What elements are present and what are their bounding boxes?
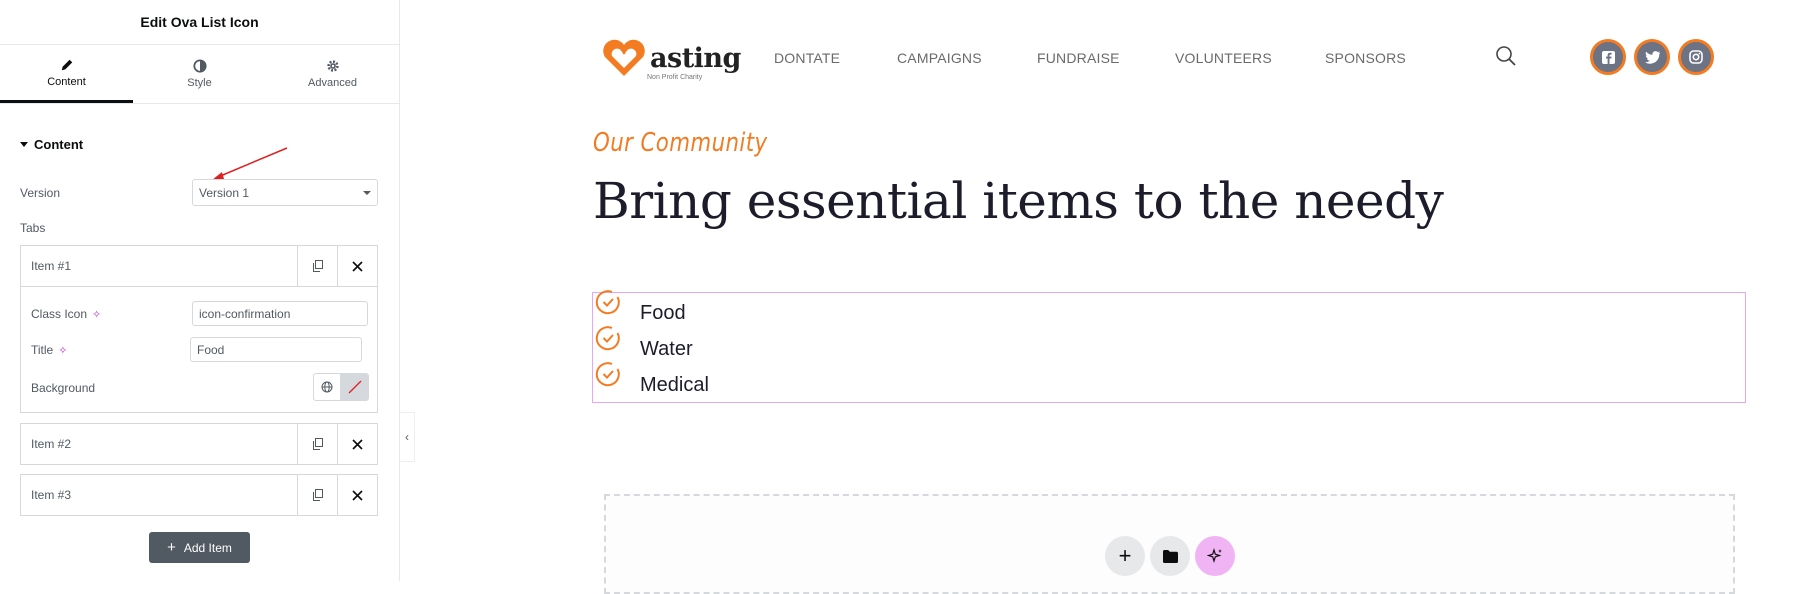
tab-style[interactable]: Style — [133, 45, 266, 103]
nav-link-fundraise[interactable]: FUNDRAISE — [1037, 50, 1120, 66]
tab-style-label: Style — [187, 77, 212, 89]
section-tagline: Our Community — [593, 128, 768, 158]
class-icon-label-text: Class Icon — [31, 307, 88, 321]
background-label: Background — [31, 381, 96, 395]
heart-logo-icon — [603, 39, 645, 76]
color-picker-button[interactable] — [341, 374, 368, 400]
version-select[interactable]: Version 1 — [192, 179, 378, 206]
copy-icon — [312, 489, 323, 501]
chevron-left-icon: ‹ — [405, 430, 409, 444]
search-icon[interactable] — [1495, 45, 1517, 67]
repeater-item-1-body: Class Icon ✧ Title ✧ Background — [21, 286, 377, 412]
close-icon — [352, 438, 363, 450]
list-icon-widget[interactable]: Food Water Medical — [592, 290, 1746, 403]
remove-button[interactable] — [337, 246, 377, 286]
version-select-value: Version 1 — [199, 185, 250, 200]
version-label: Version — [20, 186, 61, 200]
panel-header: Edit Ova List Icon — [0, 0, 399, 45]
title-input[interactable] — [190, 337, 362, 362]
copy-icon — [312, 438, 323, 450]
duplicate-button[interactable] — [297, 424, 337, 464]
content-section-toggle[interactable]: Content — [20, 137, 83, 152]
repeater-item-1-header[interactable]: Item #1 — [21, 246, 377, 286]
background-control — [313, 373, 369, 401]
repeater-item-title: Item #2 — [31, 437, 72, 451]
class-icon-label: Class Icon ✧ — [31, 307, 101, 321]
class-icon-input[interactable] — [192, 301, 368, 326]
check-circle-icon — [595, 326, 620, 351]
panel-tabs: Content Style Advanced — [0, 45, 399, 104]
logo-subtitle: Non Profit Charity — [647, 73, 703, 81]
repeater-item-title: Item #1 — [31, 259, 72, 273]
tabs-label: Tabs — [20, 221, 46, 235]
ai-builder-button[interactable] — [1195, 536, 1235, 576]
title-label: Title ✧ — [31, 343, 67, 357]
close-icon — [352, 260, 363, 272]
add-icon: + — [1118, 543, 1132, 568]
ai-sparkle-icon[interactable]: ✧ — [58, 344, 67, 357]
list-item-text: Water — [640, 338, 693, 360]
list-item-text: Food — [640, 302, 686, 324]
list-item-text: Medical — [640, 374, 709, 396]
repeater-item-2: Item #2 — [20, 423, 378, 465]
nav-link-donate[interactable]: DONTATE — [774, 50, 840, 66]
instagram-button[interactable] — [1678, 39, 1714, 75]
section-title: Content — [34, 137, 84, 152]
globe-icon — [321, 381, 333, 393]
duplicate-button[interactable] — [297, 475, 337, 515]
twitter-button[interactable] — [1634, 39, 1670, 75]
check-circle-icon — [595, 290, 620, 315]
nav-link-sponsors[interactable]: SPONSORS — [1325, 50, 1406, 66]
facebook-button[interactable] — [1590, 39, 1626, 75]
copy-icon — [312, 260, 323, 272]
check-circle-icon — [595, 362, 620, 387]
repeater-item-3: Item #3 — [20, 474, 378, 516]
repeater-item-3-header[interactable]: Item #3 — [21, 475, 377, 515]
add-item-button[interactable]: + Add Item — [149, 532, 250, 563]
nav-link-campaigns[interactable]: CAMPAIGNS — [897, 50, 982, 66]
repeater-item-1: Item #1 Class Icon ✧ Title ✧ Background — [20, 245, 378, 413]
global-colors-button[interactable] — [314, 374, 341, 400]
caret-down-icon — [20, 142, 28, 147]
no-color-icon — [348, 380, 361, 394]
facebook-icon — [1601, 50, 1615, 64]
tab-content[interactable]: Content — [0, 45, 133, 103]
half-circle-icon — [192, 59, 207, 73]
remove-button[interactable] — [337, 475, 377, 515]
duplicate-button[interactable] — [297, 246, 337, 286]
tab-advanced[interactable]: Advanced — [266, 45, 399, 103]
remove-button[interactable] — [337, 424, 377, 464]
add-template-button[interactable] — [1150, 536, 1190, 576]
gear-icon — [326, 60, 339, 72]
repeater-item-title: Item #3 — [31, 488, 72, 502]
title-label-text: Title — [31, 343, 54, 357]
collapse-panel-button[interactable]: ‹ — [400, 412, 415, 462]
ai-sparkle-icon[interactable]: ✧ — [92, 308, 101, 321]
panel-title: Edit Ova List Icon — [140, 14, 259, 30]
site-logo[interactable]: asting Non Profit Charity — [601, 38, 741, 81]
chevron-down-icon — [363, 191, 371, 195]
tab-advanced-label: Advanced — [308, 77, 357, 89]
section-heading: Bring essential items to the needy — [593, 172, 1444, 230]
add-item-label: Add Item — [183, 540, 232, 555]
add-section-button[interactable]: + — [1105, 536, 1145, 576]
tab-content-label: Content — [47, 75, 86, 88]
nav-link-volunteers[interactable]: VOLUNTEERS — [1175, 50, 1272, 66]
ai-sparkle-icon — [1207, 548, 1222, 564]
twitter-icon — [1644, 50, 1660, 64]
close-icon — [352, 489, 363, 501]
plus-icon: + — [167, 539, 176, 556]
pencil-icon — [61, 59, 72, 70]
folder-icon — [1162, 549, 1178, 563]
editor-panel: Edit Ova List Icon Content Style Advance… — [0, 0, 400, 581]
repeater-item-2-header[interactable]: Item #2 — [21, 424, 377, 464]
logo-text: asting — [650, 42, 741, 74]
instagram-icon — [1689, 50, 1703, 64]
